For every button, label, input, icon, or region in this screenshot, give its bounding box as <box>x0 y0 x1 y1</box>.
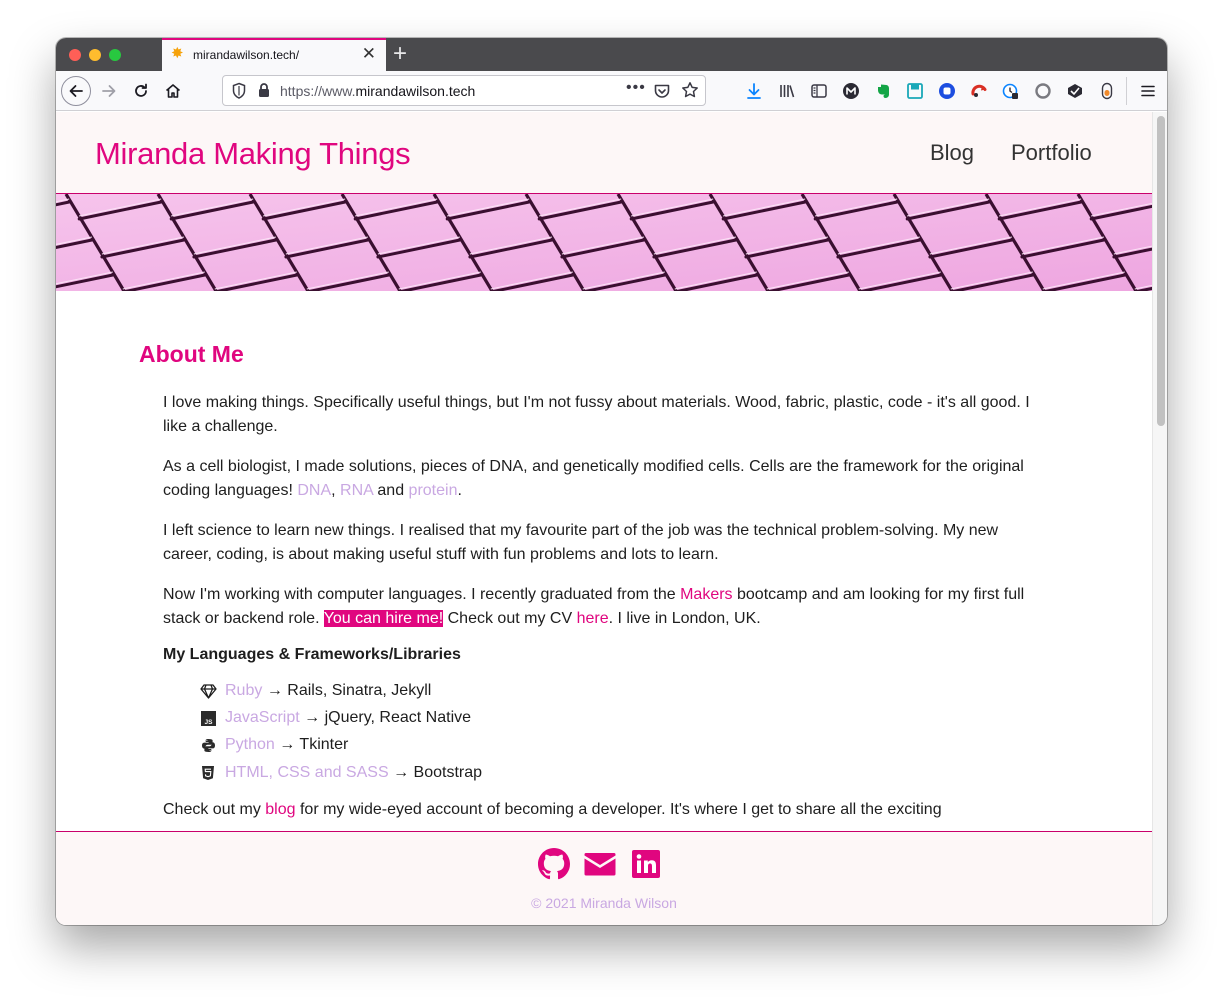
nav-portfolio-link[interactable]: Portfolio <box>1011 140 1092 166</box>
languages-heading: My Languages & Frameworks/Libraries <box>163 646 461 663</box>
tracking-shield-icon[interactable] <box>231 82 247 100</box>
html-css-frameworks: → Bootstrap <box>393 764 483 781</box>
gem-icon <box>199 682 217 700</box>
tab-title: mirandawilson.tech/ <box>193 48 300 62</box>
home-button[interactable] <box>158 76 188 106</box>
header-banner-image <box>56 194 1152 291</box>
toolbar-separator <box>1126 77 1127 105</box>
orange-extension-icon[interactable] <box>1098 82 1116 100</box>
arrow-right-icon <box>102 85 116 97</box>
linkedin-icon[interactable] <box>630 848 662 880</box>
html5-icon <box>199 764 217 782</box>
copyright-text: © 2021 Miranda Wilson <box>531 895 677 911</box>
about-paragraph-5: Check out my blog for my wide-eyed accou… <box>163 801 942 818</box>
tab-strip: ✸ mirandawilson.tech/ ✕ + <box>56 38 1167 71</box>
language-item-javascript: JS JavaScript → jQuery, React Native <box>199 707 471 729</box>
cv-here-link[interactable]: here <box>577 610 609 627</box>
scrollbar-thumb[interactable] <box>1157 116 1165 426</box>
github-icon[interactable] <box>538 848 570 880</box>
ring-extension-icon[interactable] <box>1034 82 1052 100</box>
page-actions-more-icon[interactable]: ••• <box>626 79 646 97</box>
pocket-icon[interactable] <box>653 82 671 100</box>
svg-text:JS: JS <box>204 719 213 726</box>
ruby-frameworks: → Rails, Sinatra, Jekyll <box>266 682 432 699</box>
page-viewport: Miranda Making Things Blog Portfolio Abo… <box>56 112 1152 925</box>
reload-button[interactable] <box>126 76 156 106</box>
bookmark-star-icon[interactable] <box>681 81 699 99</box>
social-links <box>538 848 662 880</box>
reload-icon <box>135 83 147 97</box>
site-footer: © 2021 Miranda Wilson <box>56 831 1152 925</box>
dark-extension-icon[interactable] <box>1066 82 1084 100</box>
javascript-link[interactable]: JavaScript <box>225 707 300 729</box>
red-arrow-extension-icon[interactable] <box>970 82 988 100</box>
lock-icon[interactable] <box>257 82 271 99</box>
python-frameworks: → Tkinter <box>279 736 349 753</box>
about-paragraph-2: As a cell biologist, I made solutions, p… <box>163 458 1024 499</box>
about-heading: About Me <box>139 341 244 367</box>
ruby-link[interactable]: Ruby <box>225 680 262 702</box>
forward-button[interactable] <box>94 76 124 106</box>
about-paragraph-3: I left science to learn new things. I re… <box>163 522 999 563</box>
downloads-icon[interactable] <box>745 82 763 100</box>
hire-me-highlight: You can hire me! <box>323 610 444 627</box>
zoom-window-button[interactable] <box>109 49 121 61</box>
protein-link[interactable]: protein <box>409 482 458 499</box>
clock-extension-icon[interactable] <box>1002 82 1020 100</box>
home-icon <box>165 84 181 98</box>
evernote-icon[interactable] <box>874 82 892 100</box>
js-icon: JS <box>199 709 217 727</box>
language-item-python: Python → Tkinter <box>199 734 348 756</box>
new-tab-button[interactable]: + <box>393 40 407 68</box>
save-disk-icon[interactable] <box>906 82 924 100</box>
page-scrollbar[interactable] <box>1152 112 1167 925</box>
language-item-ruby: Ruby → Rails, Sinatra, Jekyll <box>199 680 431 702</box>
browser-toolbar: https://www.mirandawilson.tech ••• <box>56 71 1167 111</box>
close-window-button[interactable] <box>69 49 81 61</box>
library-icon[interactable] <box>778 82 796 100</box>
sidebar-icon[interactable] <box>810 82 828 100</box>
site-header: Miranda Making Things Blog Portfolio <box>56 112 1152 194</box>
back-button[interactable] <box>61 76 91 106</box>
hamburger-menu-icon[interactable] <box>1139 82 1157 100</box>
site-title-link[interactable]: Miranda Making Things <box>95 136 411 172</box>
html-css-sass-link[interactable]: HTML, CSS and SASS <box>225 762 389 784</box>
browser-window: ✸ mirandawilson.tech/ ✕ + https://www.mi… <box>56 38 1167 925</box>
main-content: About Me I love making things. Specifica… <box>56 291 1152 831</box>
language-item-html-css: HTML, CSS and SASS → Bootstrap <box>199 762 482 784</box>
extension-m-icon[interactable] <box>842 82 860 100</box>
about-paragraph-4: Now I'm working with computer languages.… <box>163 586 1025 627</box>
envelope-icon[interactable] <box>584 848 616 880</box>
nav-blog-link[interactable]: Blog <box>930 140 974 166</box>
circle-extension-icon[interactable] <box>938 82 956 100</box>
blog-link[interactable]: blog <box>265 801 295 818</box>
tab-close-icon[interactable]: ✕ <box>362 45 376 63</box>
makers-link[interactable]: Makers <box>680 586 732 603</box>
dna-link[interactable]: DNA <box>297 482 331 499</box>
minimize-window-button[interactable] <box>89 49 101 61</box>
url-bar[interactable]: https://www.mirandawilson.tech ••• <box>222 75 706 106</box>
pink-tiles-pattern <box>56 194 1152 291</box>
rna-link[interactable]: RNA <box>340 482 373 499</box>
arrow-left-icon <box>69 85 83 97</box>
python-link[interactable]: Python <box>225 734 275 756</box>
javascript-frameworks: → jQuery, React Native <box>304 709 472 726</box>
browser-tab[interactable]: ✸ mirandawilson.tech/ ✕ <box>162 38 386 71</box>
python-icon <box>199 736 217 754</box>
favicon-icon: ✸ <box>171 45 184 62</box>
about-paragraph-1: I love making things. Specifically usefu… <box>163 394 1030 435</box>
url-text[interactable]: https://www.mirandawilson.tech <box>280 83 475 99</box>
